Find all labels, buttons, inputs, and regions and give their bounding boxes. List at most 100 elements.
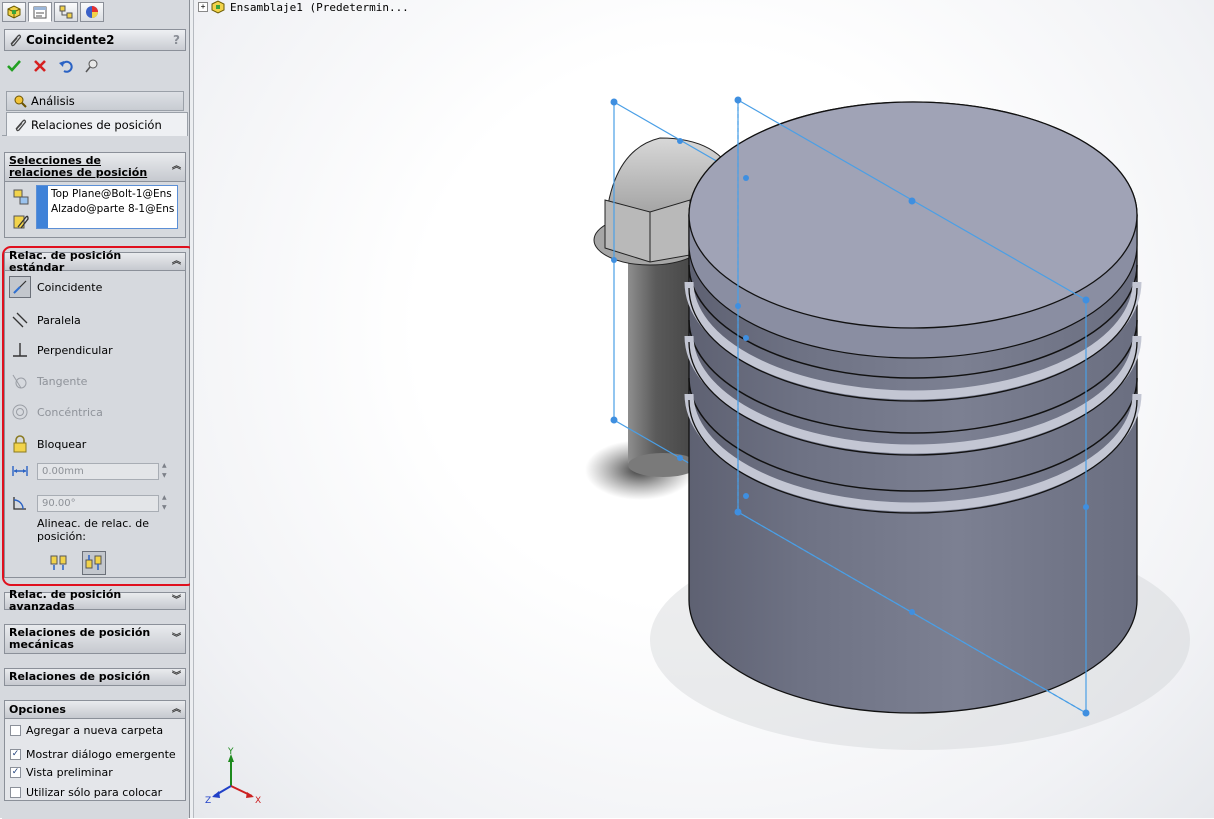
distance-spinner[interactable]: ▲ ▼ xyxy=(162,462,174,480)
mate-label: Paralela xyxy=(37,313,81,327)
propertymanager-tab[interactable] xyxy=(28,2,52,22)
angle-icon xyxy=(13,497,26,510)
tangent-icon xyxy=(12,374,27,389)
selections-header-label: Selecciones de relaciones de posición xyxy=(9,154,148,179)
options-header-label: Opciones xyxy=(9,702,66,716)
angle-input[interactable]: 90.00° xyxy=(37,494,159,512)
mate-label: Coincidente xyxy=(37,280,103,294)
mates-list-label: Relaciones de posición xyxy=(9,670,151,683)
checkbox[interactable] xyxy=(10,787,21,798)
mate-clip-icon xyxy=(15,119,27,131)
propertymanager-icon xyxy=(33,6,47,19)
mate-concentric[interactable]: Concéntrica xyxy=(9,401,103,423)
mate-label: Bloquear xyxy=(37,437,87,451)
configurationmanager-icon xyxy=(59,5,73,19)
selection-item[interactable]: Top Plane@Bolt-1@Ens xyxy=(51,187,177,202)
mate-label: Tangente xyxy=(37,374,88,388)
standard-mates-header-label: Relac. de posición estándar xyxy=(9,248,122,274)
mate-coincident[interactable]: Coincidente xyxy=(9,276,102,298)
displaymanager-tab[interactable] xyxy=(80,2,104,22)
parallel-icon xyxy=(12,312,28,328)
mate-label: Perpendicular xyxy=(37,343,113,357)
collapse-chevron-icon[interactable]: ︽ xyxy=(172,257,181,266)
mate-parallel[interactable]: Paralela xyxy=(9,309,81,331)
checkbox[interactable] xyxy=(10,725,21,736)
options-header[interactable]: Opciones ︽ xyxy=(5,701,185,719)
mate-label: Concéntrica xyxy=(37,405,103,419)
options-group: Opciones ︽ Agregar a nueva carpeta ✓ Most… xyxy=(4,700,186,801)
option-label: Vista preliminar xyxy=(26,766,113,779)
mechanical-mates-header[interactable]: Relaciones de posición mecánicas ︾ xyxy=(4,624,186,654)
mechanical-mates-label: Relaciones de posición mecánicas xyxy=(9,626,151,651)
axis-label-y: Y xyxy=(227,747,234,757)
angle-row: 90.00° ▲ ▼ xyxy=(9,492,174,514)
checkmark-icon xyxy=(7,60,21,72)
option-label: Utilizar sólo para colocar xyxy=(26,786,163,799)
3d-scene[interactable] xyxy=(194,0,1214,818)
piston-part[interactable] xyxy=(684,101,1142,714)
option-add-to-folder[interactable]: Agregar a nueva carpeta xyxy=(10,724,163,737)
option-preview[interactable]: ✓ Vista preliminar xyxy=(10,766,113,779)
mate-clip-icon xyxy=(10,34,22,47)
property-manager-panel: Coincidente2 ? Análisis Relaciones de po… xyxy=(0,0,196,819)
mate-lock[interactable]: Bloquear xyxy=(9,433,86,455)
mate-tangent[interactable]: Tangente xyxy=(9,370,87,392)
mate-perpendicular[interactable]: Perpendicular xyxy=(9,339,113,361)
standard-mates-header[interactable]: Relac. de posición estándar ︽ xyxy=(5,248,185,274)
distance-icon xyxy=(12,466,28,476)
option-label: Mostrar diálogo emergente xyxy=(26,748,176,761)
propertymanager-title-bar: Coincidente2 ? xyxy=(4,29,186,51)
option-use-for-positioning[interactable]: Utilizar sólo para colocar xyxy=(10,786,162,799)
coincident-icon xyxy=(13,280,27,294)
align-aligned-button[interactable] xyxy=(47,551,71,575)
mates-list-header[interactable]: Relaciones de posición ︾ xyxy=(4,668,186,686)
expand-chevron-icon[interactable]: ︾ xyxy=(172,672,181,681)
pin-button[interactable] xyxy=(83,57,101,75)
featuremanager-icon xyxy=(7,5,21,19)
mate-entities-icon xyxy=(11,187,31,207)
advanced-mates-header[interactable]: Relac. de posición avanzadas ︾ xyxy=(4,588,186,613)
action-buttons xyxy=(5,57,101,75)
featuremanager-tab[interactable] xyxy=(2,2,26,22)
axis-label-x: X xyxy=(255,796,261,806)
pushpin-icon xyxy=(85,59,98,73)
collapse-chevron-icon[interactable]: ︽ xyxy=(172,705,181,714)
axis-label-z: Z xyxy=(205,796,211,806)
option-show-popup[interactable]: ✓ Mostrar diálogo emergente xyxy=(10,748,176,761)
selections-group-header[interactable]: Selecciones de relaciones de posición ︽ xyxy=(4,152,186,182)
selections-box: Top Plane@Bolt-1@Ens Alzado@parte 8-1@En… xyxy=(4,182,186,238)
feature-title: Coincidente2 xyxy=(26,33,115,47)
aligned-icon xyxy=(50,555,67,570)
alignment-label: Alineac. de relac. de posición: xyxy=(37,517,150,543)
anti-aligned-icon xyxy=(85,555,102,570)
mate-clip-icon xyxy=(11,212,31,232)
standard-mates-group: Relac. de posición estándar ︽ Coincident… xyxy=(4,248,186,578)
selection-list[interactable]: Top Plane@Bolt-1@Ens Alzado@parte 8-1@En… xyxy=(36,185,178,229)
advanced-mates-label: Relac. de posición avanzadas xyxy=(9,588,122,613)
concentric-icon xyxy=(12,404,28,420)
ok-button[interactable] xyxy=(5,57,23,75)
reference-triad: Y X Z xyxy=(205,747,261,806)
angle-spinner[interactable]: ▲ ▼ xyxy=(162,494,174,512)
graphics-viewport[interactable]: + Ensamblaje1 (Predetermin... Y X Z xyxy=(194,0,1214,818)
analysis-icon xyxy=(14,95,27,108)
expand-chevron-icon[interactable]: ︾ xyxy=(172,596,181,605)
configurationmanager-tab[interactable] xyxy=(54,2,78,22)
checkbox[interactable]: ✓ xyxy=(10,767,21,778)
checkbox[interactable]: ✓ xyxy=(10,749,21,760)
help-button[interactable]: ? xyxy=(173,33,180,47)
undo-button[interactable] xyxy=(57,57,75,75)
tab-analysis-label: Análisis xyxy=(31,94,75,108)
tab-analysis[interactable]: Análisis xyxy=(6,91,184,111)
align-anti-aligned-button[interactable] xyxy=(82,551,106,575)
collapse-chevron-icon[interactable]: ︽ xyxy=(172,162,181,171)
displaymanager-icon xyxy=(86,6,98,18)
tab-mates[interactable]: Relaciones de posición xyxy=(6,112,188,136)
undo-icon xyxy=(59,60,73,73)
lock-icon xyxy=(13,435,27,453)
selection-item[interactable]: Alzado@parte 8-1@Ens xyxy=(51,202,177,217)
manager-tabs xyxy=(2,2,106,24)
distance-input[interactable]: 0.00mm xyxy=(37,462,159,480)
cancel-button[interactable] xyxy=(31,57,49,75)
expand-chevron-icon[interactable]: ︾ xyxy=(172,634,181,643)
